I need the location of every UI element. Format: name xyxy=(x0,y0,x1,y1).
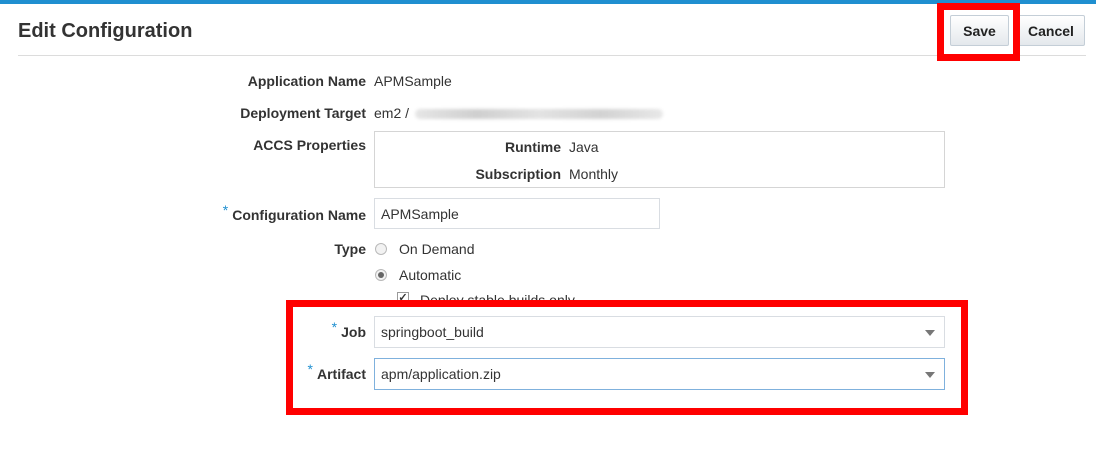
subscription-value: Monthly xyxy=(569,166,619,182)
accs-properties-panel: Runtime Java Subscription Monthly xyxy=(374,131,945,188)
accs-properties-label: ACCS Properties xyxy=(253,137,366,153)
runtime-label: Runtime xyxy=(505,139,561,155)
configuration-name-label-text: Configuration Name xyxy=(232,207,366,223)
job-artifact-highlight-box xyxy=(286,300,968,415)
runtime-value: Java xyxy=(569,139,599,155)
page-title: Edit Configuration xyxy=(18,20,193,42)
cancel-button[interactable]: Cancel xyxy=(1017,15,1085,46)
configuration-name-label: * Configuration Name xyxy=(223,202,366,223)
deployment-target-label: Deployment Target xyxy=(240,105,366,121)
application-name-value: APMSample xyxy=(374,73,452,89)
configuration-name-input[interactable]: APMSample xyxy=(374,198,660,229)
subscription-label: Subscription xyxy=(475,166,561,182)
automatic-radio[interactable] xyxy=(375,269,387,281)
type-label: Type xyxy=(334,241,366,257)
automatic-label[interactable]: Automatic xyxy=(399,267,461,283)
on-demand-radio[interactable] xyxy=(375,243,387,255)
top-accent-bar xyxy=(0,0,1096,4)
title-divider xyxy=(18,55,1086,56)
application-name-label: Application Name xyxy=(247,73,366,89)
deployment-target-text: em2 / xyxy=(374,105,410,121)
deployment-target-value: em2 / xyxy=(374,105,664,121)
save-highlight-box xyxy=(937,3,1020,61)
on-demand-label[interactable]: On Demand xyxy=(399,241,474,257)
redacted-account-text xyxy=(415,109,664,120)
required-marker: * xyxy=(222,202,229,218)
